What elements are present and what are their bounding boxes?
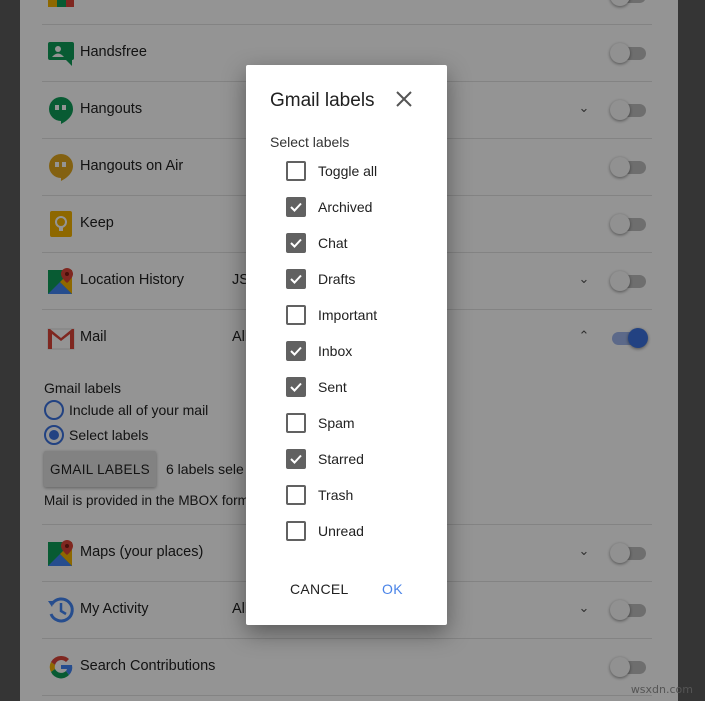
gmail-labels-dialog: Gmail labels Select labels Toggle all Arc… bbox=[246, 65, 447, 625]
checkbox-checked[interactable] bbox=[286, 377, 306, 397]
checkmark-icon bbox=[290, 274, 302, 284]
label-option-text: Chat bbox=[318, 235, 348, 251]
checkmark-icon bbox=[290, 382, 302, 392]
label-option-text: Unread bbox=[318, 523, 364, 539]
label-option[interactable]: Spam bbox=[286, 411, 436, 435]
label-option-text: Sent bbox=[318, 379, 347, 395]
checkmark-icon bbox=[290, 202, 302, 212]
label-option[interactable]: Drafts bbox=[286, 267, 436, 291]
label-option[interactable]: Toggle all bbox=[286, 159, 436, 183]
label-option[interactable]: Unread bbox=[286, 519, 436, 543]
checkbox-checked[interactable] bbox=[286, 269, 306, 289]
label-option[interactable]: Important bbox=[286, 303, 436, 327]
label-option[interactable]: Sent bbox=[286, 375, 436, 399]
label-option-text: Starred bbox=[318, 451, 364, 467]
label-option-text: Trash bbox=[318, 487, 354, 503]
watermark: wsxdn.com bbox=[630, 683, 693, 696]
label-option-text: Archived bbox=[318, 199, 373, 215]
label-option-text: Drafts bbox=[318, 271, 356, 287]
dialog-title: Gmail labels bbox=[270, 90, 375, 111]
dialog-subtitle: Select labels bbox=[270, 134, 350, 150]
checkbox-unchecked[interactable] bbox=[286, 413, 306, 433]
label-option-text: Spam bbox=[318, 415, 355, 431]
label-option[interactable]: Starred bbox=[286, 447, 436, 471]
checkmark-icon bbox=[290, 346, 302, 356]
checkmark-icon bbox=[290, 238, 302, 248]
checkbox-checked[interactable] bbox=[286, 341, 306, 361]
checkbox-unchecked[interactable] bbox=[286, 521, 306, 541]
label-option-text: Inbox bbox=[318, 343, 353, 359]
label-option-text: Toggle all bbox=[318, 163, 378, 179]
checkbox-unchecked[interactable] bbox=[286, 485, 306, 505]
checkbox-checked[interactable] bbox=[286, 197, 306, 217]
label-option-text: Important bbox=[318, 307, 378, 323]
label-option[interactable]: Chat bbox=[286, 231, 436, 255]
label-option[interactable]: Trash bbox=[286, 483, 436, 507]
checkbox-checked[interactable] bbox=[286, 449, 306, 469]
checkbox-checked[interactable] bbox=[286, 233, 306, 253]
checkmark-icon bbox=[290, 454, 302, 464]
label-option[interactable]: Inbox bbox=[286, 339, 436, 363]
close-icon[interactable] bbox=[392, 87, 416, 111]
checkbox-unchecked[interactable] bbox=[286, 305, 306, 325]
checkbox-unchecked[interactable] bbox=[286, 161, 306, 181]
ok-button[interactable]: OK bbox=[382, 581, 403, 597]
cancel-button[interactable]: CANCEL bbox=[290, 581, 349, 597]
label-option[interactable]: Archived bbox=[286, 195, 436, 219]
